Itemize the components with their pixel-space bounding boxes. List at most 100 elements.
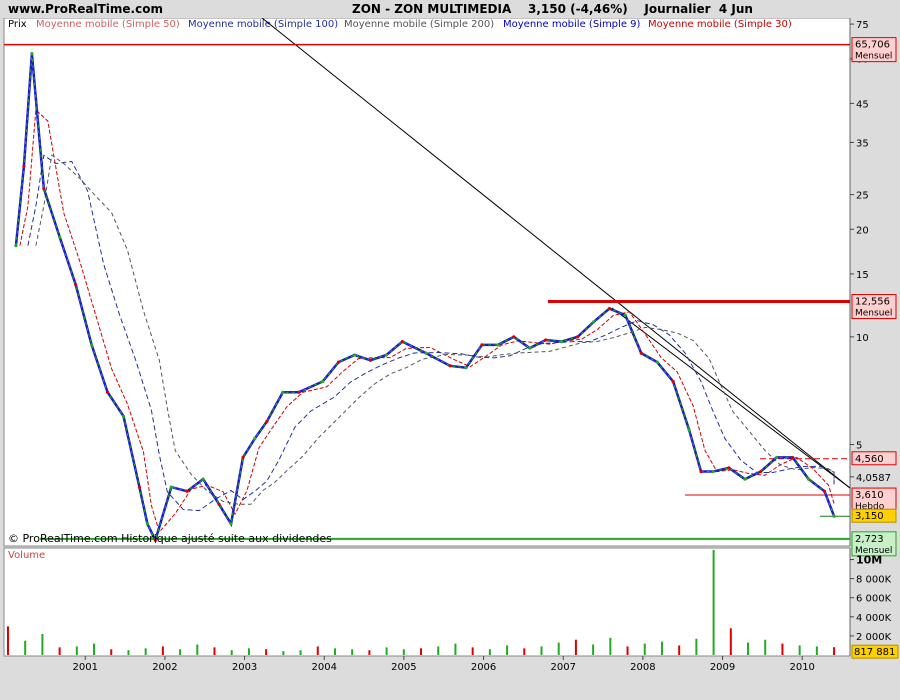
price-point [639,351,643,355]
price-tick-label: 10 [856,333,869,344]
level-tag-period: Mensuel [855,52,892,62]
volume-tick-label: 10M [856,554,882,567]
volume-bar [6,626,9,655]
legend-ma50[interactable]: Moyenne mobile (Simple 50) [36,19,180,30]
volume-bar [729,628,732,655]
price-tick-label: 5 [856,440,862,451]
legend-prix: Prix [8,19,27,30]
price-point [241,455,245,460]
volume-bar [747,642,750,655]
price-tick-label: 25 [856,191,869,202]
quote-value: 3,150 (-4,46%) [527,2,628,16]
price-point [321,379,325,384]
volume-bar [420,648,423,655]
volume-y-ticks: 10M 8 000K 6 000K 4 000K 2 000K 817 881 [850,554,899,659]
volume-bar [41,634,44,655]
price-point [352,353,357,357]
volume-bar [557,642,560,655]
level-tag-value: 12,556 [855,297,890,308]
price-point [759,469,763,474]
volume-tick-label: 2 000K [856,632,892,643]
price-point [512,335,516,339]
price-point [424,351,428,355]
legend-ma100[interactable]: Moyenne mobile (Simple 100) [188,19,338,30]
volume-bar [609,637,612,655]
indicator-legend: Prix Moyenne mobile (Simple 50) Moyenne … [8,19,792,30]
volume-bar [247,648,250,655]
price-point [30,52,34,56]
price-point [281,390,285,394]
price-point [575,335,580,339]
volume-bar [316,646,319,655]
ticker-name: ZON - ZON MULTIMEDIA [352,2,512,16]
x-tick-label: 2008 [630,662,655,673]
price-point [297,390,301,394]
x-tick-label: 2006 [471,662,496,673]
price-point [121,414,126,418]
price-point [607,306,612,311]
x-axis-ticks: 2001 2002 2003 2004 2005 2006 2007 2008 2009 2010 [73,656,815,673]
chart-canvas[interactable]: Prix Moyenne mobile (Simple 50) Moyenne … [0,18,900,700]
price-point [623,313,627,317]
chart-header: www.ProRealTime.com ZON - ZON MULTIMEDIA… [0,0,900,18]
site-name[interactable]: www.ProRealTime.com [8,2,163,16]
price-point [496,343,500,347]
volume-bar [333,648,336,655]
price-point [791,455,795,460]
price-axis [850,18,900,546]
legend-ma30[interactable]: Moyenne mobile (Simple 30) [648,19,792,30]
volume-bar [506,645,509,655]
price-point [822,489,827,493]
volume-bar [781,643,784,655]
volume-bar [385,647,388,655]
price-point [22,164,26,168]
legend-ma200[interactable]: Moyenne mobile (Simple 200) [344,19,494,30]
volume-bar [833,647,836,655]
price-point [832,514,836,518]
volume-bar [110,649,113,655]
footnote: © ProRealTime.com Historique ajusté suit… [8,532,332,545]
volume-bar [523,648,526,655]
volume-bar [815,646,818,655]
price-tick-label: 75 [856,20,869,31]
volume-bar [454,643,457,655]
volume-bar [58,647,61,655]
price-point [90,343,94,347]
price-point [480,343,484,347]
volume-panel [3,547,851,657]
price-point [368,358,373,362]
volume-bar [660,641,663,655]
price-point [464,366,468,370]
volume-bar [299,650,302,655]
price-point [14,244,18,248]
price-point [743,477,747,481]
price-point [336,360,341,364]
price-point [105,390,110,394]
price-tick-label: 45 [856,99,869,110]
level-tag-value: 2,723 [855,534,884,545]
price-point [528,346,532,350]
x-tick-label: 2009 [710,662,735,673]
volume-tick-label: 4 000K [856,613,892,624]
price-tick-label: 4,0587 [856,473,891,484]
price-point [253,436,257,440]
price-point [806,477,811,481]
price-point [145,522,149,526]
price-point [699,469,703,474]
volume-tick-label: 6 000K [856,594,892,605]
volume-bar [93,643,96,655]
volume-bar [265,649,268,655]
legend-ma9[interactable]: Moyenne mobile (Simple 9) [503,19,641,30]
period-label: Journalier 4 Jun [644,2,753,16]
level-tag-value: 4,560 [855,454,884,465]
volume-bar [764,639,767,655]
x-tick-label: 2002 [152,662,177,673]
volume-bar [488,649,491,655]
price-point [201,477,205,481]
volume-bar [695,638,698,655]
volume-bar [282,651,285,655]
volume-bar [75,646,78,655]
price-tick-label: 20 [856,225,869,236]
price-point [448,364,452,368]
chart-title: ZON - ZON MULTIMEDIA 3,150 (-4,46%) Jour… [352,2,753,16]
